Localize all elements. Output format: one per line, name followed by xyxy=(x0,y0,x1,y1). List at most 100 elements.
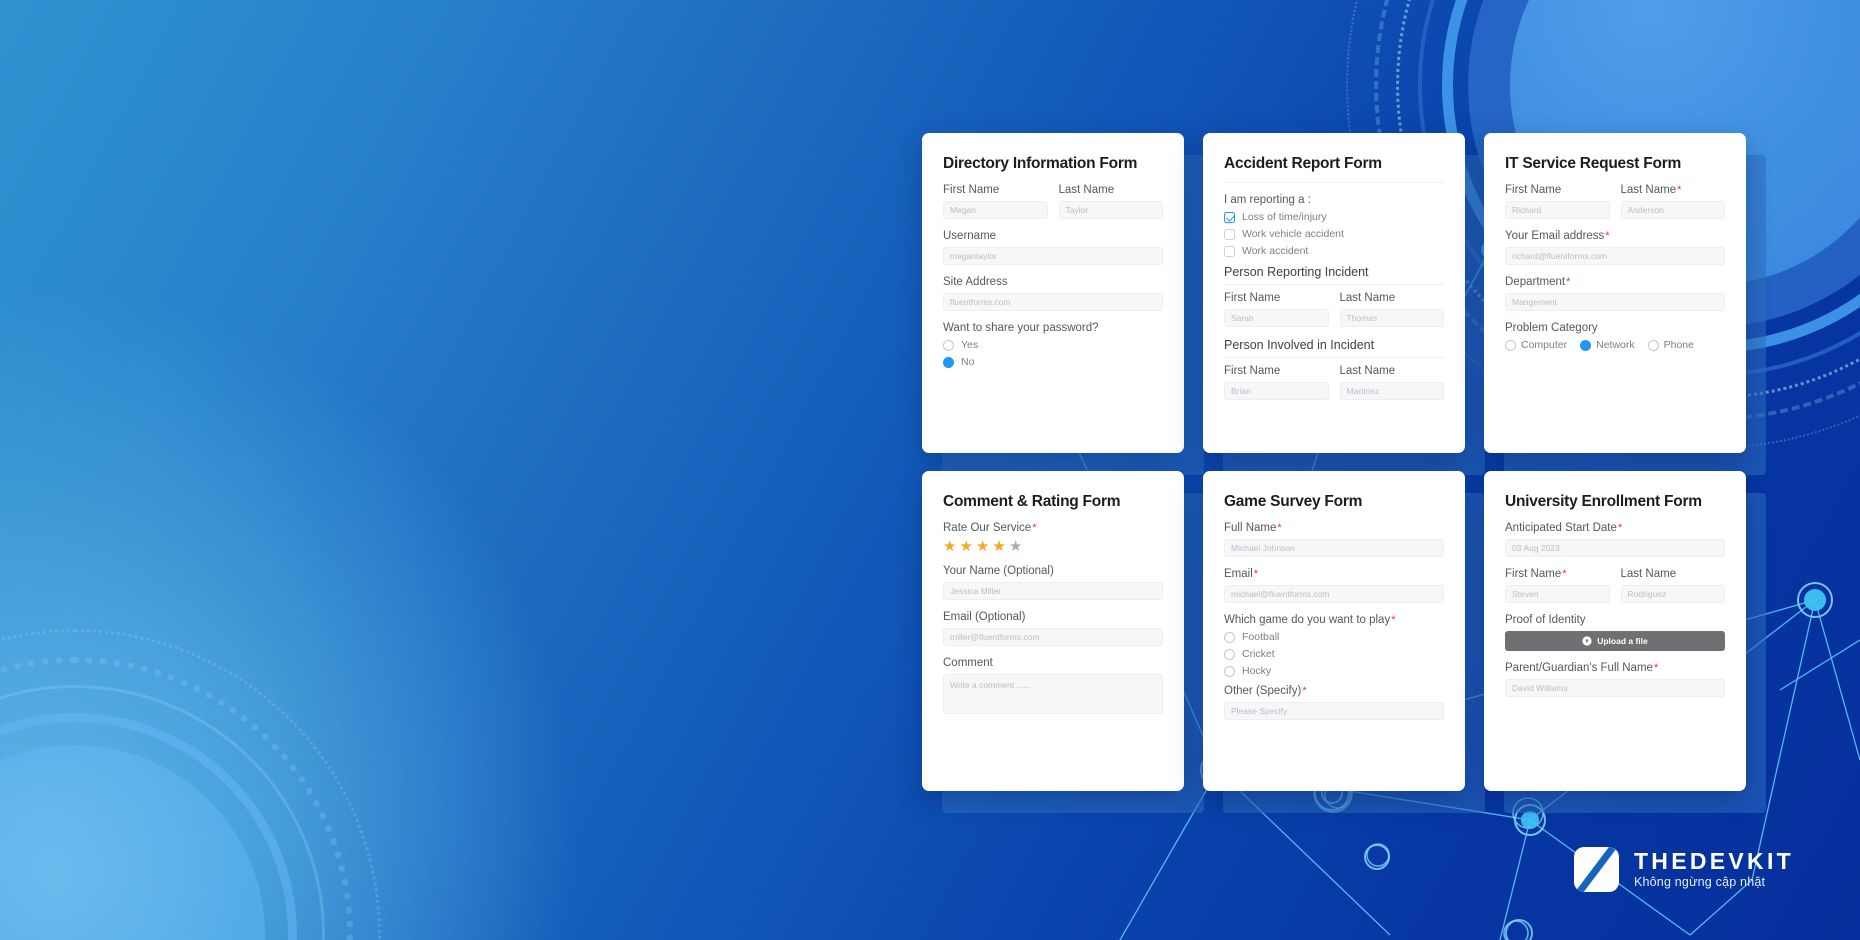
last-name-label: Last Name xyxy=(1058,184,1115,196)
email-input[interactable]: richard@fluentforms.com xyxy=(1505,247,1725,265)
rate-service-label-text: Rate Our Service xyxy=(943,522,1032,534)
your-name-label: Your Name (Optional) xyxy=(943,565,1054,577)
page-background: Directory Information Form First Name Me… xyxy=(0,0,1860,940)
star-rating-widget[interactable]: ★ ★ ★ ★ ★ xyxy=(943,539,1163,554)
department-label-text: Department xyxy=(1505,276,1566,288)
radio-label-cricket: Cricket xyxy=(1242,648,1275,660)
reporting-first-name-label: First Name xyxy=(1224,292,1281,304)
star-icon-5[interactable]: ★ xyxy=(1009,539,1022,554)
other-specify-input[interactable]: Please Specify xyxy=(1224,702,1444,720)
directory-information-form-card[interactable]: Directory Information Form First Name Me… xyxy=(922,133,1184,453)
last-name-input[interactable]: Anderson xyxy=(1620,201,1725,219)
full-name-input[interactable]: Michael Johnson xyxy=(1224,539,1444,557)
radio-label-no: No xyxy=(961,356,975,368)
radio-icon-computer xyxy=(1505,339,1516,351)
radio-option-football[interactable]: Football xyxy=(1224,631,1444,643)
your-name-input[interactable]: Jessica Miller xyxy=(943,582,1163,600)
checkbox-label-loss-of-time: Loss of time/injury xyxy=(1242,211,1327,223)
problem-category-label: Problem Category xyxy=(1505,322,1598,334)
accident-report-form-card[interactable]: Accident Report Form I am reporting a : … xyxy=(1203,133,1465,453)
last-name-label: Last Name* xyxy=(1621,184,1726,196)
form-card-slot-it-service: IT Service Request Form First Name Richa… xyxy=(1484,133,1766,475)
radio-option-yes[interactable]: Yes xyxy=(943,339,1163,351)
last-name-input[interactable]: Rodriguez xyxy=(1620,585,1725,603)
department-label: Department* xyxy=(1505,276,1725,288)
checkbox-label-work-vehicle-accident: Work vehicle accident xyxy=(1242,228,1344,240)
email-label: Email* xyxy=(1224,568,1444,580)
reporting-last-name-input[interactable]: Thomas xyxy=(1339,309,1444,327)
section-person-involved-in-incident: Person Involved in Incident xyxy=(1224,338,1444,358)
parent-guardian-label-text: Parent/Guardian's Full Name xyxy=(1505,662,1653,674)
university-enrollment-form-card[interactable]: University Enrollment Form Anticipated S… xyxy=(1484,471,1746,791)
radio-option-no[interactable]: No xyxy=(943,356,1163,368)
section-person-reporting-incident: Person Reporting Incident xyxy=(1224,265,1444,285)
comment-textarea[interactable]: Write a comment ...... xyxy=(943,674,1163,714)
comment-label: Comment xyxy=(943,657,993,669)
required-marker: * xyxy=(1653,662,1659,674)
comment-rating-form-card[interactable]: Comment & Rating Form Rate Our Service* … xyxy=(922,471,1184,791)
last-name-label: Last Name xyxy=(1620,568,1677,580)
reporting-first-name-input[interactable]: Sarah xyxy=(1224,309,1329,327)
start-date-input[interactable]: 03 Aug 2023 xyxy=(1505,539,1725,557)
parent-guardian-label: Parent/Guardian's Full Name* xyxy=(1505,662,1725,674)
star-icon-1[interactable]: ★ xyxy=(943,539,956,554)
checkbox-option-loss-of-time[interactable]: Loss of time/injury xyxy=(1224,211,1444,223)
star-icon-2[interactable]: ★ xyxy=(959,539,972,554)
radio-icon-network xyxy=(1580,339,1592,351)
email-label: Your Email address* xyxy=(1505,230,1725,242)
first-name-input[interactable]: Megan xyxy=(943,201,1048,219)
first-name-label-text: First Name xyxy=(1505,568,1562,580)
checkbox-option-work-vehicle-accident[interactable]: Work vehicle accident xyxy=(1224,228,1444,240)
first-name-input[interactable]: Richard xyxy=(1505,201,1610,219)
involved-first-name-input[interactable]: Brian xyxy=(1224,382,1329,400)
star-icon-4[interactable]: ★ xyxy=(992,539,1005,554)
last-name-input[interactable]: Taylor xyxy=(1058,201,1163,219)
form-card-slot-game-survey: Game Survey Form Full Name* Michael John… xyxy=(1203,471,1485,813)
page-title: Directory Information Form xyxy=(943,155,1138,172)
full-name-label-text: Full Name xyxy=(1224,522,1277,534)
username-input[interactable]: megantaylor xyxy=(943,247,1163,265)
radio-option-cricket[interactable]: Cricket xyxy=(1224,648,1444,660)
page-title: University Enrollment Form xyxy=(1505,493,1702,510)
checkbox-option-work-accident[interactable]: Work accident xyxy=(1224,245,1444,257)
required-marker: * xyxy=(1391,614,1396,626)
radio-option-computer[interactable]: Computer xyxy=(1505,339,1567,351)
form-card-grid: Directory Information Form First Name Me… xyxy=(922,133,1766,813)
radio-option-hocky[interactable]: Hocky xyxy=(1224,665,1444,677)
email-input[interactable]: miller@fluentforms.com xyxy=(943,628,1163,646)
page-title: Comment & Rating Form xyxy=(943,493,1121,510)
game-survey-form-card[interactable]: Game Survey Form Full Name* Michael John… xyxy=(1203,471,1465,791)
radio-label-phone: Phone xyxy=(1663,339,1694,351)
form-card-slot-university: University Enrollment Form Anticipated S… xyxy=(1484,471,1766,813)
required-marker: * xyxy=(1566,276,1571,288)
rate-service-label: Rate Our Service* xyxy=(943,522,1163,534)
radio-option-network[interactable]: Network xyxy=(1580,339,1635,351)
email-input[interactable]: michael@fluentforms.com xyxy=(1224,585,1444,603)
first-name-input[interactable]: Steven xyxy=(1505,585,1610,603)
upload-file-label: Upload a file xyxy=(1597,636,1648,646)
checkbox-icon-checked xyxy=(1224,211,1235,223)
devkit-slash-logo-icon xyxy=(1573,847,1619,892)
email-label-text: Email xyxy=(1224,568,1253,580)
parent-guardian-input[interactable]: David Williams xyxy=(1505,679,1725,697)
form-card-slot-comment-rating: Comment & Rating Form Rate Our Service* … xyxy=(922,471,1204,813)
page-title: Accident Report Form xyxy=(1224,155,1444,183)
radio-icon-cricket xyxy=(1224,648,1235,660)
radio-label-yes: Yes xyxy=(961,339,979,351)
start-date-label-text: Anticipated Start Date xyxy=(1505,522,1617,534)
radio-option-phone[interactable]: Phone xyxy=(1647,339,1694,351)
site-address-label: Site Address xyxy=(943,276,1008,288)
involved-last-name-input[interactable]: Martinez xyxy=(1339,382,1444,400)
it-service-request-form-card[interactable]: IT Service Request Form First Name Richa… xyxy=(1484,133,1746,453)
star-icon-3[interactable]: ★ xyxy=(976,539,989,554)
checkbox-icon-unchecked xyxy=(1224,228,1235,240)
involved-last-name-label: Last Name xyxy=(1339,365,1396,377)
proof-of-identity-label: Proof of Identity xyxy=(1505,614,1586,626)
page-title: IT Service Request Form xyxy=(1505,155,1682,172)
department-input[interactable]: Mangement xyxy=(1505,293,1725,311)
site-address-input[interactable]: fluentforms.com xyxy=(943,293,1163,311)
brand-name: THEDEVKIT xyxy=(1633,848,1794,875)
full-name-label: Full Name* xyxy=(1224,522,1444,534)
upload-file-button[interactable]: Upload a file xyxy=(1505,631,1725,651)
form-card-slot-accident: Accident Report Form I am reporting a : … xyxy=(1203,133,1485,475)
